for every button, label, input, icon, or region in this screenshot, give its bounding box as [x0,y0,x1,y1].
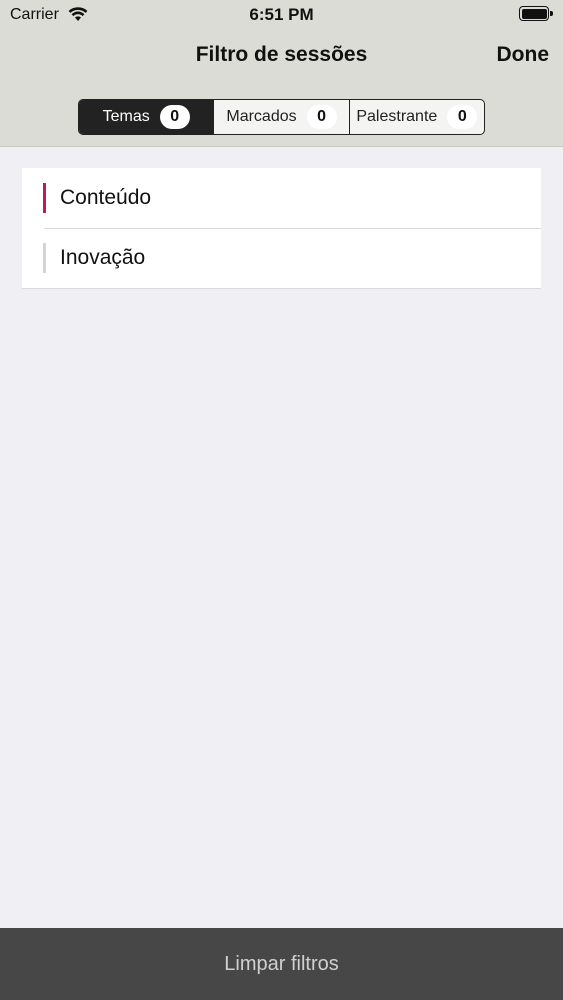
clock: 6:51 PM [249,5,314,24]
list-item-inovacao[interactable]: Inovação [22,228,541,288]
clear-filters-button[interactable]: Limpar filtros [0,928,563,1000]
count-badge: 0 [447,105,478,129]
topic-color-marker [43,183,46,213]
list-item-conteudo[interactable]: Conteúdo [22,168,541,228]
done-button[interactable]: Done [497,43,550,67]
segment-label: Marcados [226,108,297,125]
segment-label: Palestrante [356,108,438,125]
segment-palestrante[interactable]: Palestrante 0 [348,100,484,134]
filter-segmented-control: Temas 0 Marcados 0 Palestrante 0 [78,99,485,135]
status-bar: Carrier 6:51 PM [0,0,563,30]
count-badge: 0 [306,105,337,129]
segment-label: Temas [102,108,150,125]
topic-label: Inovação [60,246,146,269]
clear-filters-label: Limpar filtros [224,952,339,975]
topic-label: Conteúdo [60,186,152,209]
battery-icon [519,6,553,21]
screen: Carrier 6:51 PM Filtro de sessões Done T… [0,0,563,1000]
segment-temas[interactable]: Temas 0 [79,100,214,134]
segment-marcados[interactable]: Marcados 0 [213,100,348,134]
count-badge: 0 [159,105,190,129]
list-divider [22,288,541,289]
page-title: Filtro de sessões [195,43,368,66]
topic-list: Conteúdo Inovação [22,168,541,289]
topic-color-marker [43,243,46,273]
header: Carrier 6:51 PM Filtro de sessões Done T… [0,0,563,147]
